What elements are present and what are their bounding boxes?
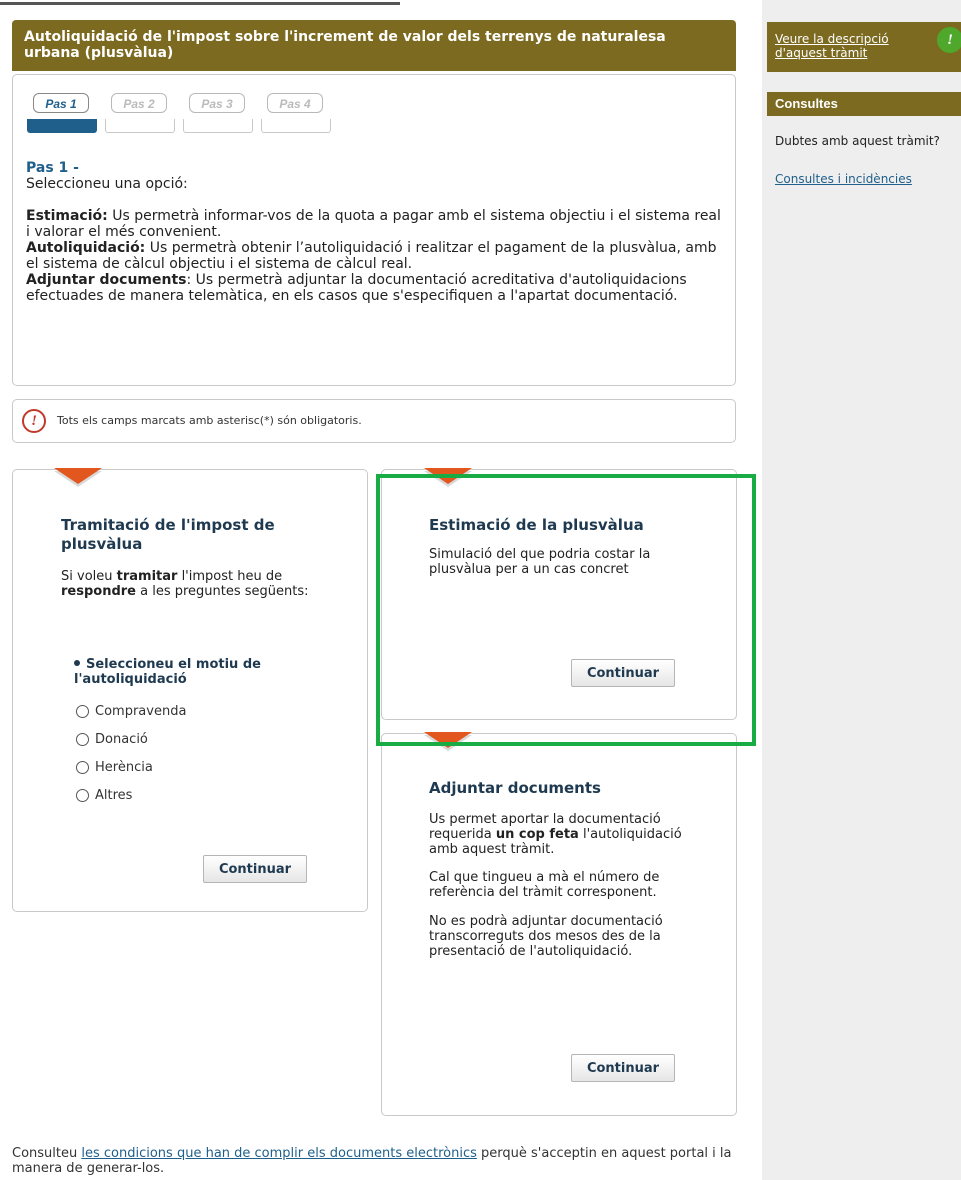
page-title: Autoliquidació de l'impost sobre l'incre… [12, 20, 736, 71]
radio-label: Donació [95, 732, 148, 747]
card-description-2: Cal que tingueu a mà el número de referè… [429, 870, 660, 900]
card-flag [54, 468, 102, 484]
radio-compravenda[interactable]: Compravenda [76, 704, 186, 720]
step-tab-4: Pas 4 [261, 93, 331, 133]
radio-herencia[interactable]: Herència [76, 760, 153, 776]
card-tramitacio: Tramitació de l'impost de plusvàlua Si v… [12, 468, 368, 912]
adjuntar-continue-button[interactable]: Continuar [571, 1054, 675, 1082]
motiu-question-text: Seleccioneu el motiu de l'autoliquidació [74, 657, 261, 687]
bullet-icon [74, 660, 80, 666]
card-title: Adjuntar documents [429, 779, 601, 797]
consultes-incidencies-link[interactable]: Consultes i incidències [775, 172, 912, 186]
autoliquidacio-term: Autoliquidació: [26, 240, 146, 256]
step-prompt: Seleccioneu una opció: [26, 176, 188, 192]
top-divider [0, 2, 400, 5]
desc-part: l'impost heu de [177, 569, 283, 584]
adjuntar-term: Adjuntar documents [26, 272, 187, 288]
documents-conditions-link[interactable]: les condicions que han de complir els do… [81, 1146, 477, 1161]
step-label: Pas 1 - [26, 160, 79, 176]
desc-bold: respondre [61, 584, 136, 599]
description-box: Veure la descripció d'aquest tràmit ! [767, 22, 961, 72]
footer-note: Consulteu les condicions que han de comp… [12, 1146, 732, 1176]
notice-text: Tots els camps marcats amb asterisc(*) s… [57, 414, 362, 427]
step-indicator [105, 119, 175, 133]
estimacio-description: Estimació: Us permetrà informar-vos de l… [26, 208, 722, 240]
radio-circle-icon[interactable] [76, 761, 89, 774]
desc-bold: tramitar [116, 569, 178, 584]
radio-circle-icon[interactable] [76, 789, 89, 802]
radio-label: Altres [95, 788, 133, 803]
adjuntar-description: Adjuntar documents: Us permetrà adjuntar… [26, 272, 722, 304]
tramitacio-continue-button[interactable]: Continuar [203, 855, 307, 883]
radio-donacio[interactable]: Donació [76, 732, 148, 748]
radio-circle-icon[interactable] [76, 733, 89, 746]
radio-altres[interactable]: Altres [76, 788, 132, 804]
radio-label: Compravenda [95, 704, 187, 719]
card-description-3: No es podrà adjuntar documentació transc… [429, 914, 663, 959]
step-intro: Pas 1 - Seleccioneu una opció: Estimació… [26, 160, 722, 304]
autoliquidacio-description: Autoliquidació: Us permetrà obtenir l’au… [26, 240, 722, 272]
step-tab-label: Pas 4 [267, 93, 323, 113]
consultes-question: Dubtes amb aquest tràmit? [775, 134, 940, 148]
estimacio-text: Us permetrà informar-vos de la quota a p… [26, 208, 721, 240]
desc-part: a les preguntes següents: [136, 584, 309, 599]
step-indicator [27, 119, 97, 133]
info-icon: ! [937, 27, 961, 53]
sidebar: Veure la descripció d'aquest tràmit ! Co… [762, 0, 961, 1180]
steps-panel: Pas 1 Pas 2 Pas 3 Pas 4 Pas 1 - Seleccio… [12, 74, 736, 386]
card-description: Si voleu tramitar l'impost heu de respon… [61, 569, 311, 599]
estimacio-term: Estimació: [26, 208, 108, 224]
card-description: Us permet aportar la documentació requer… [429, 812, 699, 857]
step-indicator [183, 119, 253, 133]
card-adjuntar: Adjuntar documents Us permet aportar la … [381, 732, 737, 1116]
step-tab-label: Pas 1 [33, 93, 89, 113]
required-fields-notice: ! Tots els camps marcats amb asterisc(*)… [12, 399, 736, 443]
card-title: Tramitació de l'impost de plusvàlua [61, 516, 275, 553]
step-tabs: Pas 1 Pas 2 Pas 3 Pas 4 [27, 93, 347, 137]
exclamation-icon: ! [22, 409, 46, 433]
step-tab-label: Pas 3 [189, 93, 245, 113]
description-link[interactable]: Veure la descripció d'aquest tràmit [775, 32, 925, 60]
step-tab-1[interactable]: Pas 1 [27, 93, 97, 133]
footer-text: Consulteu [12, 1146, 82, 1161]
motiu-question: Seleccioneu el motiu de l'autoliquidació [74, 657, 314, 687]
radio-label: Herència [95, 760, 153, 775]
step-tab-label: Pas 2 [111, 93, 167, 113]
step-tab-3: Pas 3 [183, 93, 253, 133]
step-indicator [261, 119, 331, 133]
desc-bold: un cop feta [495, 827, 579, 842]
step-tab-2: Pas 2 [105, 93, 175, 133]
desc-part: Si voleu [61, 569, 117, 584]
consultes-header: Consultes [767, 92, 961, 116]
radio-circle-icon[interactable] [76, 705, 89, 718]
selection-highlight [376, 474, 756, 746]
consultes-incidencies-label[interactable]: Consultes i incidències [775, 172, 912, 186]
